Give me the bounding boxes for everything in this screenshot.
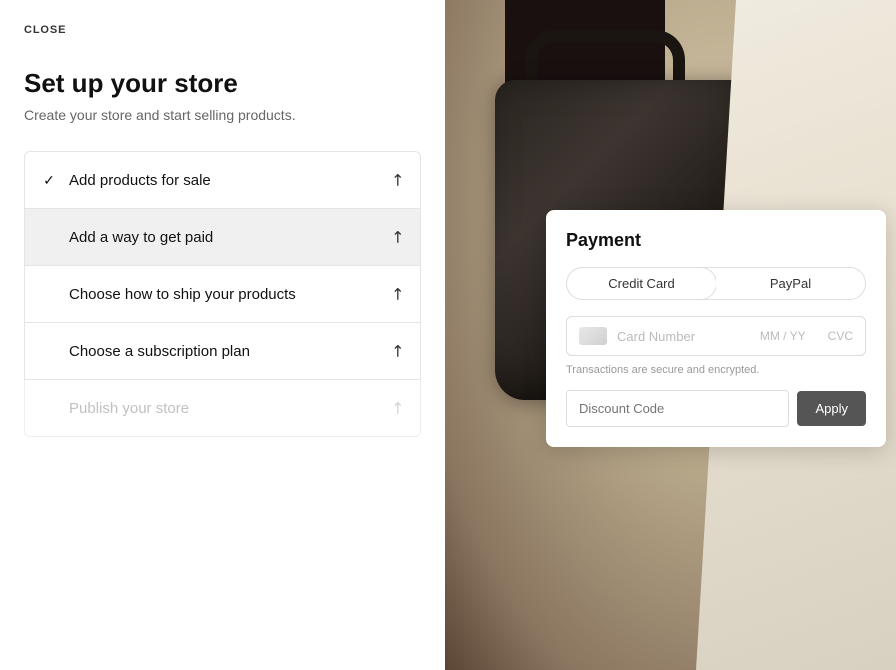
tab-paypal[interactable]: PayPal	[716, 268, 865, 299]
step-add-payment[interactable]: Add a way to get paid	[24, 208, 421, 266]
card-brand-icon	[579, 327, 607, 345]
step-subscription[interactable]: Choose a subscription plan	[24, 322, 421, 380]
step-label: Add products for sale	[69, 172, 211, 189]
page-subtitle: Create your store and start selling prod…	[24, 107, 421, 123]
step-shipping[interactable]: Choose how to ship your products	[24, 265, 421, 323]
step-label: Publish your store	[69, 400, 189, 417]
left-panel: CLOSE Set up your store Create your stor…	[0, 0, 445, 670]
card-cvc-placeholder: CVC	[828, 329, 853, 343]
discount-row: Apply	[566, 390, 866, 427]
step-left: Add a way to get paid	[41, 229, 213, 246]
payment-tabs: Credit Card PayPal	[566, 267, 866, 300]
payment-title: Payment	[566, 230, 866, 251]
step-arrow-icon	[385, 168, 409, 192]
step-arrow-icon	[385, 282, 409, 306]
step-label: Choose how to ship your products	[69, 286, 296, 303]
step-left: Choose a subscription plan	[41, 343, 250, 360]
step-arrow-icon	[385, 339, 409, 363]
apply-button[interactable]: Apply	[797, 391, 866, 426]
step-publish[interactable]: Publish your store	[24, 379, 421, 437]
steps-list: ✓ Add products for sale Add a way to get…	[24, 151, 421, 436]
card-expiry-placeholder: MM / YY	[760, 329, 806, 343]
step-left: ✓ Add products for sale	[41, 172, 211, 189]
discount-code-input[interactable]	[566, 390, 789, 427]
step-arrow-icon	[385, 396, 409, 420]
step-label: Add a way to get paid	[69, 229, 213, 246]
right-panel: Payment Credit Card PayPal Card Number M…	[445, 0, 896, 670]
tab-credit-card[interactable]: Credit Card	[567, 268, 716, 299]
card-number-placeholder: Card Number	[617, 329, 750, 344]
step-label: Choose a subscription plan	[69, 343, 250, 360]
payment-card: Payment Credit Card PayPal Card Number M…	[546, 210, 886, 447]
secure-text: Transactions are secure and encrypted.	[566, 364, 866, 376]
step-left: Publish your store	[41, 400, 189, 417]
close-button[interactable]: CLOSE	[24, 24, 421, 36]
card-number-row: Card Number MM / YY CVC	[566, 316, 866, 356]
step-left: Choose how to ship your products	[41, 286, 296, 303]
step-arrow-icon	[385, 225, 409, 249]
step-check-icon: ✓	[41, 172, 57, 189]
page-title: Set up your store	[24, 68, 421, 99]
step-add-products[interactable]: ✓ Add products for sale	[24, 151, 421, 209]
